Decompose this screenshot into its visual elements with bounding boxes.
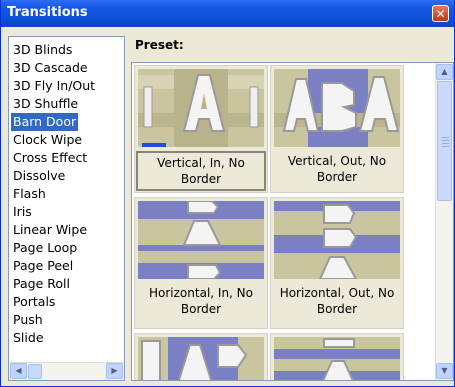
list-item-portals[interactable]: Portals — [11, 293, 57, 311]
list-item-page-peel[interactable]: Page Peel — [11, 257, 75, 275]
thumbnail-image — [274, 201, 400, 279]
scroll-up-button[interactable]: ▲ — [436, 64, 453, 80]
preset-thumbnail — [274, 69, 400, 147]
preset-tile[interactable]: Vertical, In, No Border — [134, 65, 268, 193]
transition-list[interactable]: 3D Blinds 3D Cascade 3D Fly In/Out 3D Sh… — [8, 36, 125, 381]
list-item-page-loop[interactable]: Page Loop — [11, 239, 79, 257]
chevron-down-icon: ▼ — [441, 366, 448, 375]
preset-thumbnail — [274, 337, 400, 380]
list-item-page-roll[interactable]: Page Roll — [11, 275, 72, 293]
thumbnail-image — [138, 337, 264, 380]
thumbnail-image — [274, 337, 400, 380]
grip-line — [442, 140, 449, 141]
list-item-push[interactable]: Push — [11, 311, 45, 329]
list-item-3d-shuffle[interactable]: 3D Shuffle — [11, 95, 80, 113]
grip-line — [442, 143, 449, 144]
close-icon: ✕ — [435, 7, 446, 21]
chevron-left-icon: ◀ — [15, 366, 22, 375]
chevron-right-icon: ▶ — [111, 366, 118, 375]
preset-tile[interactable]: Horizontal, Out, No Border — [270, 197, 404, 329]
thumbnail-image — [138, 69, 264, 147]
list-item-3d-cascade[interactable]: 3D Cascade — [11, 59, 90, 77]
thumbnail-image — [138, 201, 264, 279]
preset-tile[interactable] — [270, 333, 404, 380]
window-title: Transitions — [7, 5, 88, 20]
list-item-cross-effect[interactable]: Cross Effect — [11, 149, 89, 167]
preview-progress-bar — [142, 143, 166, 147]
preset-label: Preset: — [135, 38, 184, 52]
preset-thumbnail — [138, 337, 264, 380]
preset-thumbnail — [138, 69, 264, 147]
list-item-dissolve[interactable]: Dissolve — [11, 167, 67, 185]
list-item-iris[interactable]: Iris — [11, 203, 34, 221]
preset-thumbnail — [138, 201, 264, 279]
transitions-window: Transitions ✕ 3D Blinds 3D Cascade 3D Fl… — [0, 0, 455, 387]
preset-thumbnail — [274, 201, 400, 279]
vertical-scrollbar[interactable]: ▲ ▼ — [435, 63, 453, 380]
grip-line — [442, 146, 449, 147]
chevron-up-icon: ▲ — [441, 67, 448, 76]
vertical-scroll-thumb[interactable] — [437, 81, 452, 201]
preset-tile[interactable]: Vertical, Out, No Border — [270, 65, 404, 193]
preset-caption[interactable]: Horizontal, Out, No Border — [272, 283, 402, 323]
list-item-barn-door[interactable]: Barn Door — [11, 113, 79, 131]
preset-caption[interactable]: Vertical, Out, No Border — [272, 151, 402, 191]
preset-tile[interactable] — [134, 333, 268, 380]
preset-tile[interactable]: Horizontal, In, No Border — [134, 197, 268, 329]
list-item-clock-wipe[interactable]: Clock Wipe — [11, 131, 84, 149]
thumbnail-image — [274, 69, 400, 147]
title-bar[interactable]: Transitions ✕ — [1, 0, 454, 27]
list-item-linear-wipe[interactable]: Linear Wipe — [11, 221, 89, 239]
preset-grid[interactable]: Vertical, In, No Border Vertical, Out, N… — [131, 62, 454, 381]
horizontal-scroll-thumb[interactable] — [28, 364, 42, 379]
horizontal-scrollbar[interactable]: ◀ ▶ — [9, 362, 124, 380]
scroll-right-button[interactable]: ▶ — [106, 363, 123, 379]
scroll-left-button[interactable]: ◀ — [10, 363, 27, 379]
close-button[interactable]: ✕ — [432, 5, 449, 22]
list-item-3d-blinds[interactable]: 3D Blinds — [11, 41, 74, 59]
list-item-flash[interactable]: Flash — [11, 185, 48, 203]
preset-caption[interactable]: Vertical, In, No Border — [136, 151, 266, 191]
list-item-slide[interactable]: Slide — [11, 329, 46, 347]
grip-line — [442, 137, 449, 138]
preset-caption[interactable]: Horizontal, In, No Border — [136, 283, 266, 323]
scroll-down-button[interactable]: ▼ — [436, 363, 453, 379]
list-item-3d-fly-in-out[interactable]: 3D Fly In/Out — [11, 77, 97, 95]
